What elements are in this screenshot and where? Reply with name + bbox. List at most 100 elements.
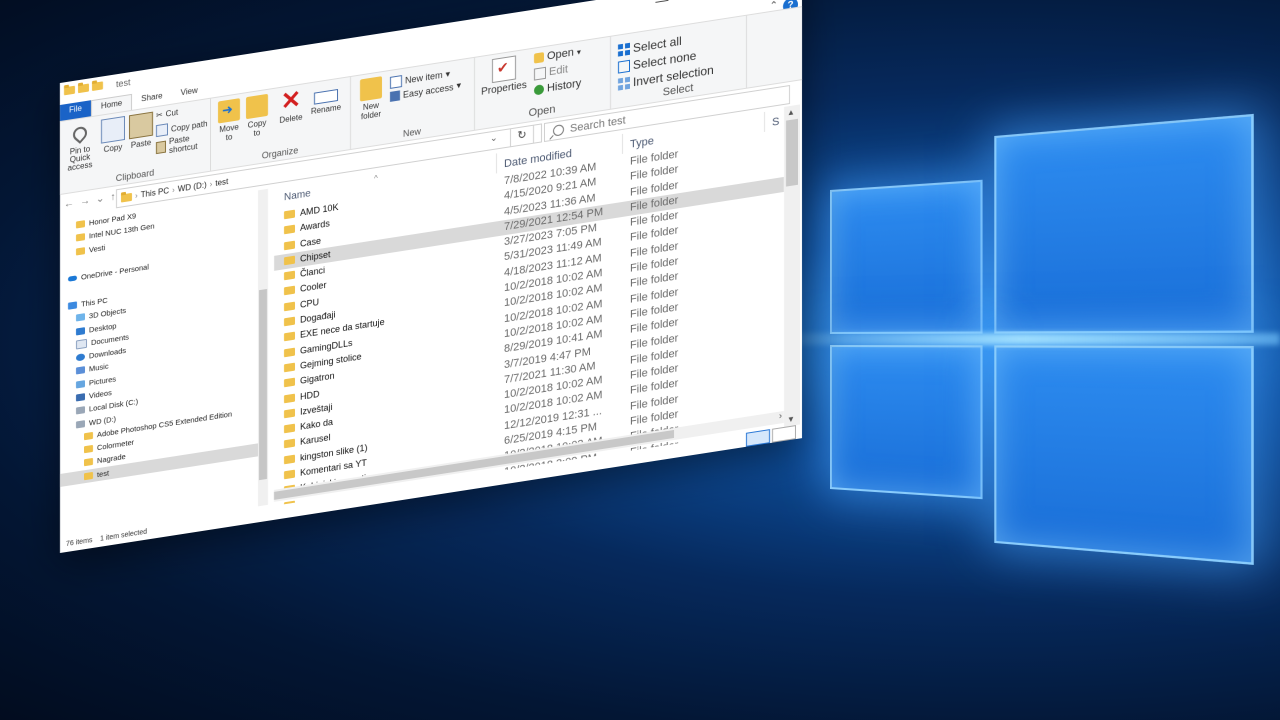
refresh-button[interactable]: ↻ xyxy=(510,125,534,148)
delete-button[interactable]: ✕ Delete xyxy=(278,88,304,125)
move-to-icon xyxy=(218,98,240,123)
folder-icon xyxy=(284,210,295,220)
folder-icon xyxy=(76,247,85,255)
folder-icon xyxy=(121,192,132,202)
cell-name: Cooler xyxy=(300,280,327,294)
disk-icon xyxy=(76,406,85,414)
scroll-thumb[interactable] xyxy=(259,289,267,480)
folder-icon xyxy=(284,240,295,250)
nav-item-label: Music xyxy=(89,362,109,374)
column-type[interactable]: Type xyxy=(630,135,654,151)
cell-name: Karusel xyxy=(300,433,331,448)
paste-button[interactable]: Paste xyxy=(128,111,154,150)
cell-name: Izveštaji xyxy=(300,402,333,417)
breadcrumb-wd-drive[interactable]: WD (D:) xyxy=(178,180,207,193)
cut-button[interactable]: ✂ Cut xyxy=(156,108,178,120)
scroll-thumb[interactable] xyxy=(786,119,798,187)
nav-item-label: Vesti xyxy=(89,243,105,255)
logo-pane xyxy=(830,180,983,334)
properties-icon xyxy=(492,55,516,83)
folder-icon xyxy=(284,286,295,296)
folder-icon xyxy=(76,220,85,228)
minimize-button[interactable]: — xyxy=(642,0,682,15)
search-icon xyxy=(553,124,564,137)
folder-icon xyxy=(84,432,93,440)
chevron-down-icon: ▾ xyxy=(577,47,581,57)
cell-name: CPU xyxy=(300,297,319,310)
breadcrumb-test[interactable]: test xyxy=(215,177,228,188)
new-item-icon xyxy=(390,75,402,89)
scroll-right-icon[interactable]: › xyxy=(779,410,782,420)
logo-pane xyxy=(830,345,983,499)
sort-ascending-icon: ^ xyxy=(374,174,378,184)
cell-name: HDD xyxy=(300,388,320,401)
folder-icon xyxy=(284,271,295,281)
maximize-button[interactable]: ☐ xyxy=(692,0,732,7)
large-icons-view-button[interactable] xyxy=(772,425,796,443)
column-divider[interactable] xyxy=(764,112,765,132)
quick-access-toolbar xyxy=(64,81,103,95)
delete-icon: ✕ xyxy=(280,89,302,114)
column-size[interactable]: S xyxy=(772,116,779,129)
light-beam xyxy=(760,333,1280,345)
move-to-button[interactable]: Move to xyxy=(216,98,242,144)
back-arrow-icon[interactable]: ← xyxy=(64,198,74,211)
details-view-button[interactable] xyxy=(746,429,770,447)
folder-icon xyxy=(84,472,93,480)
folder-icon xyxy=(284,408,295,418)
chevron-right-icon: › xyxy=(135,191,138,200)
folder-icon xyxy=(284,439,295,449)
invert-selection-icon xyxy=(618,77,630,91)
nav-scrollbar[interactable] xyxy=(258,189,268,507)
copy-to-icon xyxy=(246,94,268,119)
new-folder-icon[interactable] xyxy=(92,81,103,91)
window-title: test xyxy=(116,77,131,89)
disk-icon xyxy=(76,420,85,428)
cloud-icon xyxy=(68,276,77,282)
pin-quick-access-button[interactable]: Pin to Quick access xyxy=(62,120,98,174)
folder-icon xyxy=(284,317,295,327)
cell-name: Članci xyxy=(300,265,325,279)
copy-icon xyxy=(101,116,125,144)
logo-pane xyxy=(994,345,1254,565)
column-name[interactable]: Name xyxy=(284,188,311,203)
folder-icon xyxy=(284,424,295,434)
copy-path-icon xyxy=(156,123,168,137)
up-arrow-icon[interactable]: ↑ xyxy=(110,191,115,203)
scroll-down-icon[interactable]: ▼ xyxy=(787,414,795,424)
edit-button[interactable]: Edit xyxy=(534,63,568,80)
history-button[interactable]: History xyxy=(534,77,581,96)
chevron-right-icon: › xyxy=(172,185,175,194)
properties-button[interactable]: Properties xyxy=(478,53,530,98)
column-divider[interactable] xyxy=(496,153,497,173)
navigation-pane: Honor Pad X9 Intel NUC 13th Gen Vesti OneDr… xyxy=(60,190,260,539)
address-dropdown-icon[interactable]: ⌄ xyxy=(490,132,498,144)
3d-icon xyxy=(76,313,85,321)
music-icon xyxy=(76,367,85,375)
copy-button[interactable]: Copy xyxy=(100,116,126,155)
folder-icon xyxy=(284,454,295,464)
open-button[interactable]: Open ▾ xyxy=(534,45,581,64)
file-list-scrollbar[interactable]: ▲ ▼ xyxy=(784,104,800,426)
folder-icon xyxy=(284,225,295,235)
search-placeholder: Search test xyxy=(570,114,626,135)
chevron-down-icon[interactable]: ⌄ xyxy=(96,193,104,205)
cell-name: Chipset xyxy=(300,249,331,264)
new-folder-button[interactable]: New folder xyxy=(356,76,386,123)
breadcrumb-this-pc[interactable]: This PC xyxy=(141,186,169,199)
forward-arrow-icon[interactable]: → xyxy=(80,195,90,208)
scroll-up-icon[interactable]: ▲ xyxy=(787,107,795,117)
folder-icon xyxy=(284,378,295,388)
folder-icon xyxy=(284,332,295,342)
copy-to-button[interactable]: Copy to xyxy=(244,93,270,139)
chevron-down-icon: ▾ xyxy=(446,68,451,80)
rename-button[interactable]: Rename xyxy=(308,82,344,117)
new-folder-icon xyxy=(360,76,382,101)
folder-icon xyxy=(284,393,295,403)
selected-count: 1 item selected xyxy=(100,529,147,543)
paste-shortcut-icon xyxy=(156,141,166,155)
logo-pane xyxy=(994,114,1254,334)
properties-icon[interactable] xyxy=(78,84,89,94)
select-none-icon xyxy=(618,60,630,74)
column-divider[interactable] xyxy=(622,134,623,154)
